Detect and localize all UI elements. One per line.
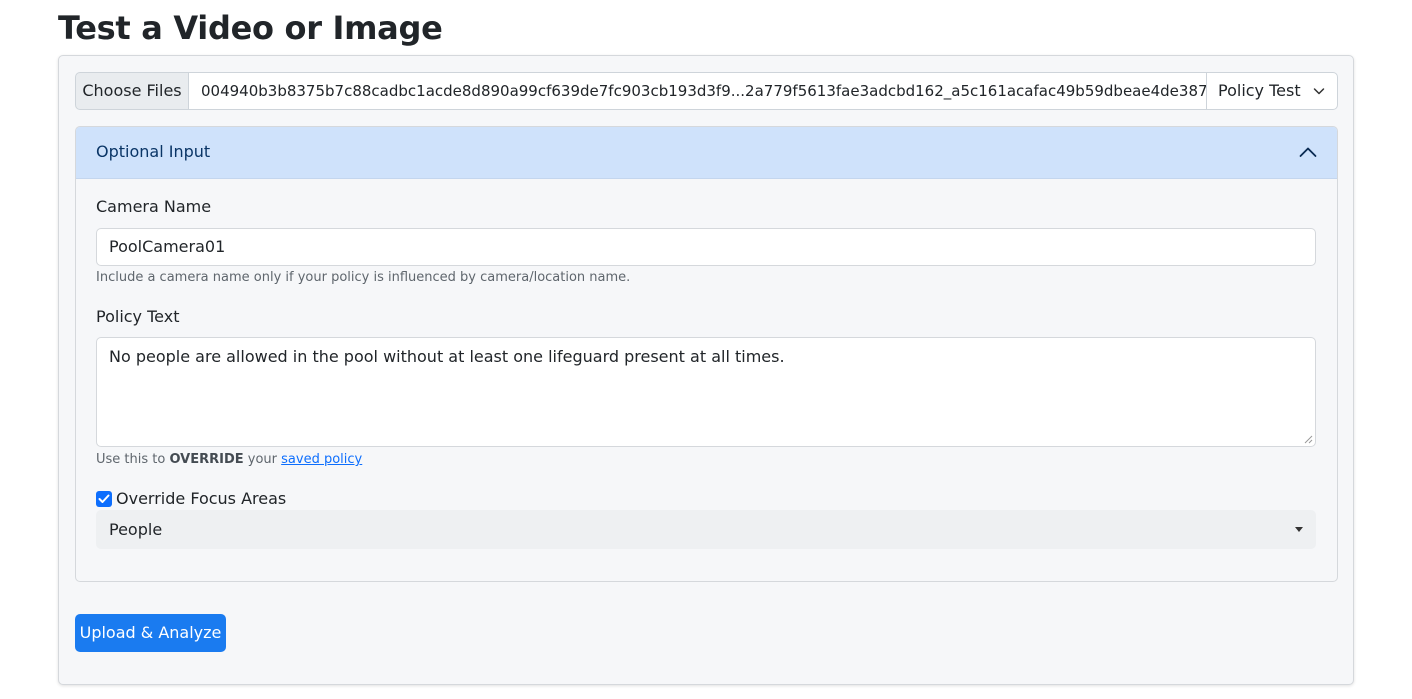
caret-down-icon (1295, 527, 1303, 532)
mode-select[interactable]: Policy Test (1206, 72, 1338, 110)
override-focus-label: Override Focus Areas (116, 489, 287, 508)
policy-help-bold: OVERRIDE (169, 452, 244, 467)
checkmark-icon (98, 494, 110, 503)
chevron-up-icon (1299, 147, 1317, 157)
accordion-header[interactable]: Optional Input (76, 127, 1337, 179)
camera-name-input[interactable]: PoolCamera01 (96, 228, 1316, 266)
policy-help-middle: your (243, 452, 282, 467)
resize-grip-icon[interactable] (1304, 435, 1313, 444)
upload-analyze-button[interactable]: Upload & Analyze (75, 614, 226, 652)
override-focus-checkbox[interactable] (96, 491, 112, 507)
page-title: Test a Video or Image (58, 9, 443, 47)
policy-text-help: Use this to OVERRIDE your saved policy (96, 451, 362, 469)
accordion-title: Optional Input (96, 142, 211, 161)
focus-areas-select[interactable]: People (96, 510, 1316, 549)
selected-file-name[interactable]: 004940b3b8375b7c88cadbc1acde8d890a99cf63… (189, 72, 1206, 110)
chevron-down-icon (1313, 88, 1325, 95)
file-picker-row: Choose Files 004940b3b8375b7c88cadbc1acd… (75, 72, 1338, 110)
test-card: Choose Files 004940b3b8375b7c88cadbc1acd… (58, 55, 1354, 685)
optional-input-accordion: Optional Input Camera Name PoolCamera01 … (75, 126, 1338, 582)
policy-text-input[interactable]: No people are allowed in the pool withou… (96, 337, 1316, 447)
mode-select-value: Policy Test (1218, 81, 1301, 100)
camera-name-help: Include a camera name only if your polic… (96, 270, 631, 285)
policy-help-prefix: Use this to (96, 452, 170, 467)
choose-files-button[interactable]: Choose Files (75, 72, 189, 110)
policy-text-label: Policy Text (96, 307, 180, 326)
focus-areas-value: People (109, 520, 163, 539)
saved-policy-link[interactable]: saved policy (281, 452, 362, 467)
policy-text-value: No people are allowed in the pool withou… (109, 347, 785, 366)
camera-name-label: Camera Name (96, 197, 212, 216)
